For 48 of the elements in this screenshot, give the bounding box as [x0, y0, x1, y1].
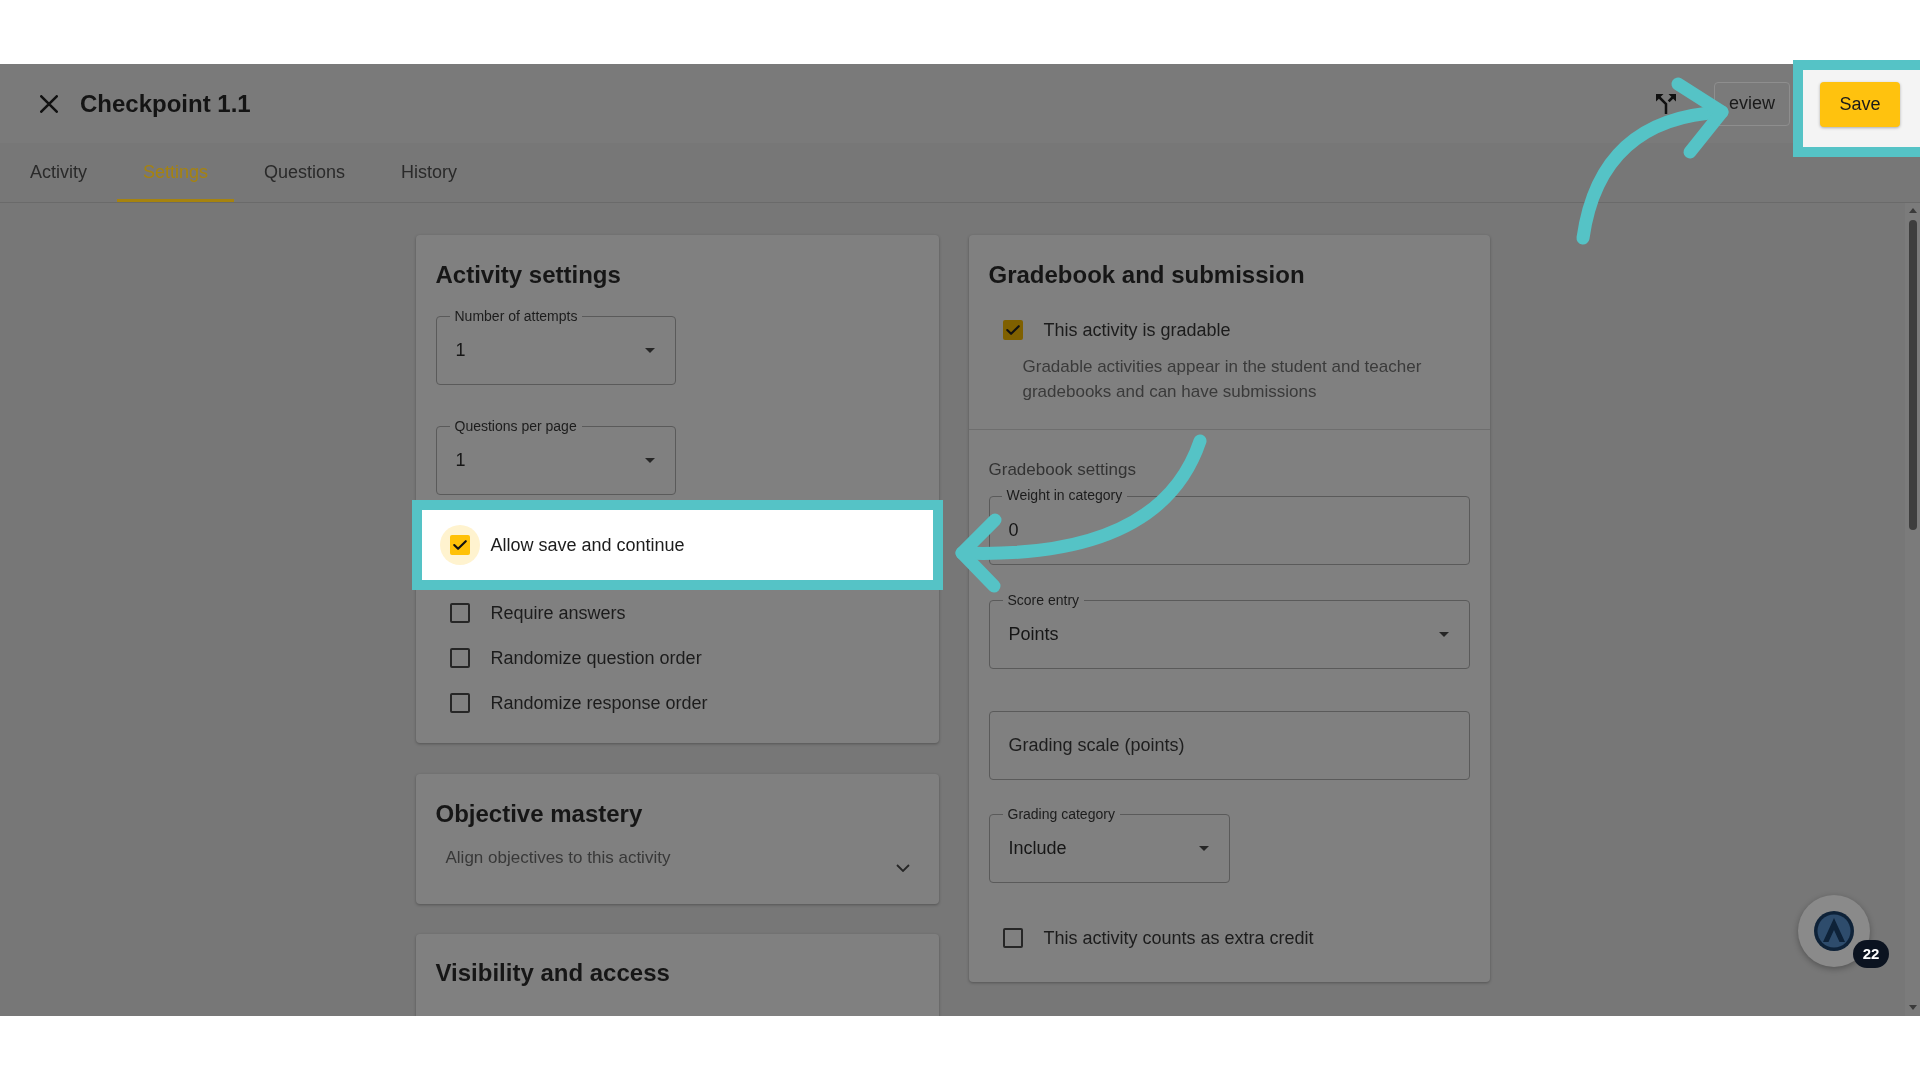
tab[interactable]: Questions: [238, 143, 372, 202]
card-title: Gradebook and submission: [988, 260, 1306, 290]
card-title: Activity settings: [435, 260, 622, 290]
text-field[interactable]: Grading scale (points): [988, 711, 1470, 780]
checkbox[interactable]: [449, 647, 470, 668]
checkbox[interactable]: [1002, 928, 1023, 948]
scrollbar-thumb[interactable]: [1908, 220, 1917, 530]
field-label: Number of attempts: [449, 308, 583, 324]
split-arrows-icon[interactable]: [1655, 93, 1676, 114]
close-icon[interactable]: [40, 94, 58, 113]
dropdown-caret-icon: [1198, 846, 1209, 851]
field-label: Weight in category: [1001, 487, 1128, 503]
option-label: This activity counts as extra credit: [1043, 927, 1314, 950]
checkmark-icon: [452, 540, 467, 550]
option-label: Require answers: [490, 601, 626, 625]
summary-text: Align objectives to this activity: [445, 847, 671, 869]
section-heading: Gradebook settings: [988, 459, 1137, 481]
card-title: Visibility and access: [435, 958, 671, 988]
field-label: Questions per page: [449, 418, 582, 434]
checkbox[interactable]: [449, 692, 470, 713]
window-title: Checkpoint 1.1: [80, 88, 251, 119]
dropdown-caret-icon: [644, 458, 655, 463]
tab[interactable]: History: [375, 143, 484, 202]
option-label: Allow save and continue: [490, 534, 685, 557]
curved-arrow-icon: [955, 434, 1207, 593]
checkmark-icon: [1005, 325, 1020, 335]
dropdown-caret-icon: [1438, 632, 1449, 637]
count-badge: 22: [1853, 940, 1889, 968]
save-button[interactable]: Save: [1820, 82, 1900, 127]
checkbox[interactable]: [1002, 320, 1023, 340]
checkbox[interactable]: [439, 525, 480, 565]
curved-arrow-icon: [1576, 77, 1729, 245]
tab[interactable]: Activity: [4, 143, 113, 202]
scroll-down-icon[interactable]: [1908, 1005, 1917, 1010]
checkbox[interactable]: [449, 602, 470, 623]
chevron-down-icon[interactable]: [895, 864, 910, 872]
option-label: This activity is gradable: [1043, 319, 1231, 342]
description-text: Gradable activities appear in the student and teacher gradebooks and can have submissions: [1021, 356, 1423, 403]
card-title: Objective mastery: [435, 799, 644, 829]
field-label: Grading category: [1002, 806, 1120, 822]
option-label: Randomize response order: [490, 691, 708, 715]
logo-icon: [1814, 911, 1854, 951]
field-label: Score entry: [1002, 592, 1085, 608]
option-label: Randomize question order: [490, 646, 702, 670]
scroll-up-icon[interactable]: [1908, 208, 1917, 213]
scrollbar[interactable]: [1905, 203, 1920, 1016]
dropdown-caret-icon: [644, 348, 655, 353]
preview-button[interactable]: eview: [1713, 81, 1790, 126]
